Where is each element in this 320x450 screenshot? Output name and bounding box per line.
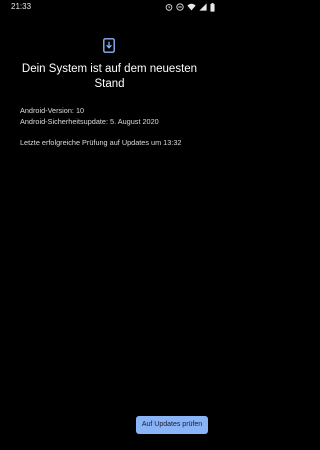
do-not-disturb-icon: [176, 3, 184, 11]
signal-icon: [199, 3, 207, 11]
version-info: Android-Version: 10 Android-Sicherheitsu…: [20, 105, 210, 127]
security-update-date: Android-Sicherheitsupdate: 5. August 202…: [20, 117, 159, 126]
status-headline: Dein System ist auf dem neuesten Stand: [21, 63, 198, 90]
status-time: 21:33: [11, 2, 32, 11]
android-version: Android-Version: 10: [20, 106, 85, 115]
status-bar: 21:33: [0, 0, 219, 14]
system-update-icon: [103, 38, 115, 53]
check-updates-button[interactable]: Auf Updates prüfen: [136, 416, 208, 434]
alarm-icon: [165, 4, 173, 11]
last-check-text: Letzte erfolgreiche Prüfung auf Updates …: [20, 138, 182, 147]
status-icons: [165, 2, 215, 12]
battery-icon: [210, 2, 215, 12]
wifi-icon: [187, 3, 196, 11]
